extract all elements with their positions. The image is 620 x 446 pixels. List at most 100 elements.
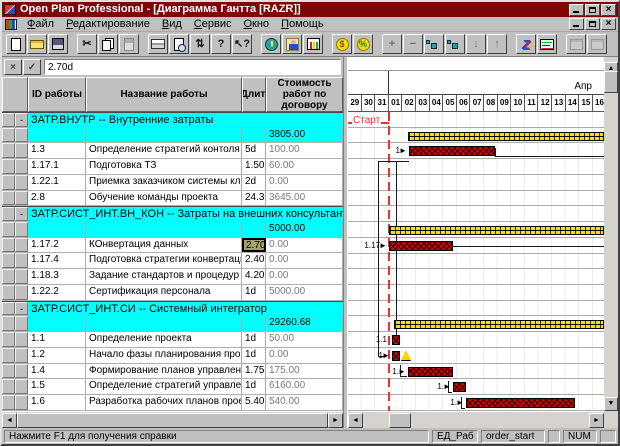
cell-cost[interactable]: 0.00: [266, 175, 343, 190]
cell-duration[interactable]: 1d: [242, 285, 266, 300]
remove-link-button[interactable]: [445, 34, 465, 54]
row-handle[interactable]: [2, 113, 15, 127]
child-restore-button[interactable]: [585, 18, 600, 30]
row-handle[interactable]: [2, 191, 15, 206]
cell-cost[interactable]: 6160.00: [266, 379, 343, 394]
cell-id[interactable]: 1.4: [28, 364, 86, 379]
exchange-button[interactable]: ⇅: [190, 34, 210, 54]
views-button[interactable]: [537, 34, 557, 54]
cell-name[interactable]: Определение стратегий контоля и отч: [86, 143, 242, 158]
row-handle[interactable]: [2, 316, 15, 331]
cell-cost[interactable]: 3645.00: [266, 191, 343, 206]
cell-cost[interactable]: 60.00: [266, 159, 343, 174]
restore-button[interactable]: [585, 4, 600, 16]
cell-edit-input[interactable]: [44, 59, 341, 75]
cell-id[interactable]: 1.1: [28, 332, 86, 347]
gantt-hscroll-thumb[interactable]: [389, 413, 411, 428]
cell-id[interactable]: 1.17.1: [28, 159, 86, 174]
menu-item-5[interactable]: Окно: [237, 17, 275, 31]
cell-name[interactable]: Обучение команды проекта: [86, 191, 242, 206]
cell-name[interactable]: Подготовка стратегии конвертации: [86, 253, 242, 268]
cell-name[interactable]: Начало фазы планирования проекта: [86, 348, 242, 363]
scroll-down-icon[interactable]: ▼: [604, 397, 618, 411]
cell-id[interactable]: [28, 128, 86, 143]
cell-name[interactable]: [86, 128, 242, 143]
row-handle[interactable]: [2, 128, 15, 143]
print-preview-button[interactable]: [169, 34, 189, 54]
document-window-icon[interactable]: [5, 19, 17, 30]
open-file-button[interactable]: [27, 34, 47, 54]
resources-button[interactable]: [282, 34, 302, 54]
child-close-button[interactable]: ×: [601, 18, 616, 30]
cell-name[interactable]: КОнвертация данных: [86, 238, 242, 253]
histogram-button[interactable]: [303, 34, 323, 54]
cell-name[interactable]: [86, 222, 242, 237]
row-handle[interactable]: [2, 348, 15, 363]
cell-duration[interactable]: 1d: [242, 379, 266, 394]
menu-item-6[interactable]: Помощь: [275, 17, 330, 31]
cell-id[interactable]: 1.5: [28, 379, 86, 394]
child-minimize-button[interactable]: [569, 18, 584, 30]
collapse-button[interactable]: -: [15, 207, 28, 221]
close-button[interactable]: ×: [601, 4, 616, 16]
cell-duration[interactable]: 4.20d: [242, 269, 266, 284]
cell-duration[interactable]: [242, 128, 266, 143]
cell-duration[interactable]: 2.70d: [242, 238, 266, 253]
menu-item-3[interactable]: Вид: [156, 17, 188, 31]
cell-id[interactable]: 1.22.2: [28, 285, 86, 300]
row-handle[interactable]: [2, 143, 15, 158]
task-bar[interactable]: [409, 146, 495, 156]
scroll-left-icon[interactable]: ◄: [2, 413, 17, 428]
scroll-right-icon[interactable]: ►: [328, 413, 343, 428]
cell-duration[interactable]: 5d: [242, 143, 266, 158]
cell-duration[interactable]: 2.40d: [242, 253, 266, 268]
cell-cost[interactable]: 5000.00: [266, 285, 343, 300]
cell-duration[interactable]: 24.30d: [242, 191, 266, 206]
cell-id[interactable]: 1.3: [28, 143, 86, 158]
cell-name[interactable]: Задание стандартов и процедур по д: [86, 269, 242, 284]
menu-item-4[interactable]: Сервис: [188, 17, 238, 31]
cell-duration[interactable]: 5.40d: [242, 395, 266, 410]
cell-cost[interactable]: 3805.00: [266, 128, 343, 143]
cell-cost[interactable]: 50.00: [266, 332, 343, 347]
cell-cost[interactable]: 29260.68: [266, 316, 343, 331]
cell-cost[interactable]: 100.00: [266, 143, 343, 158]
cell-duration[interactable]: 2d: [242, 175, 266, 190]
copy-button[interactable]: [98, 34, 118, 54]
cell-name[interactable]: Подготовка ТЗ: [86, 159, 242, 174]
context-help-button[interactable]: ↖?: [232, 34, 252, 54]
row-handle[interactable]: [2, 395, 15, 410]
row-handle[interactable]: [2, 159, 15, 174]
gantt-hscroll-track[interactable]: [363, 413, 589, 428]
cell-name[interactable]: Определение стратегий управления р: [86, 379, 242, 394]
table-hscroll-thumb[interactable]: [17, 413, 328, 428]
timescale-button[interactable]: Z: [516, 34, 536, 54]
row-handle[interactable]: [2, 238, 15, 253]
row-handle[interactable]: [2, 302, 15, 316]
cell-id[interactable]: 1.22.1: [28, 175, 86, 190]
percent-complete-button[interactable]: %: [353, 34, 373, 54]
task-bar[interactable]: [408, 367, 453, 377]
cell-name[interactable]: Определение проекта: [86, 332, 242, 347]
menu-item-2[interactable]: Редактирование: [60, 17, 156, 31]
row-handle[interactable]: [2, 222, 15, 237]
cell-duration[interactable]: [242, 316, 266, 331]
cell-id[interactable]: [28, 222, 86, 237]
task-bar[interactable]: [392, 351, 400, 361]
cell-id[interactable]: 1.2: [28, 348, 86, 363]
print-button[interactable]: [148, 34, 168, 54]
cut-button[interactable]: ✂: [77, 34, 97, 54]
collapse-button[interactable]: -: [15, 113, 28, 127]
cell-name[interactable]: Разработка рабочих планов проекта: [86, 395, 242, 410]
cell-cost[interactable]: 0.00: [266, 269, 343, 284]
cell-id[interactable]: [28, 316, 86, 331]
row-handle[interactable]: [2, 332, 15, 347]
cell-cost[interactable]: 0.00: [266, 253, 343, 268]
cell-cost[interactable]: 540.00: [266, 395, 343, 410]
cell-id[interactable]: 1.17.2: [28, 238, 86, 253]
row-handle[interactable]: [2, 285, 15, 300]
cell-cost[interactable]: 0.00: [266, 238, 343, 253]
row-handle[interactable]: [2, 379, 15, 394]
cell-id[interactable]: 2.8: [28, 191, 86, 206]
cell-cost[interactable]: 5000.00: [266, 222, 343, 237]
